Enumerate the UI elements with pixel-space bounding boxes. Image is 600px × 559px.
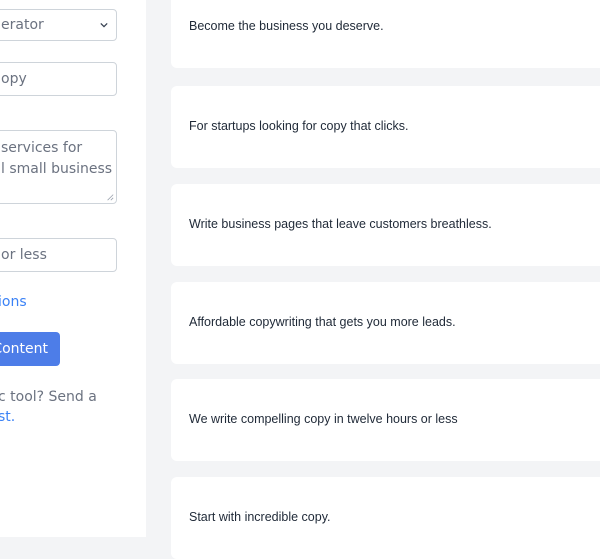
result-text: For startups looking for copy that click… <box>189 119 409 133</box>
description-textarea[interactable]: services for l small business <box>0 130 117 204</box>
result-card[interactable]: Start with incredible copy. <box>171 477 600 559</box>
result-text: Affordable copywriting that gets you mor… <box>189 315 456 329</box>
result-text: Start with incredible copy. <box>189 510 331 524</box>
help-request-link[interactable]: st. <box>0 409 15 425</box>
help-text: c tool? Send a <box>0 389 97 405</box>
description-line-2: l small business <box>1 161 113 177</box>
resize-handle-icon[interactable] <box>106 193 114 201</box>
generate-content-label: Content <box>0 341 48 357</box>
description-line-1: services for <box>1 140 83 156</box>
copy-type-input[interactable]: opy <box>0 62 117 96</box>
result-card[interactable]: Become the business you deserve. <box>171 0 600 68</box>
result-text: We write compelling copy in twelve hours… <box>189 412 458 426</box>
length-input[interactable]: or less <box>0 238 117 272</box>
result-card[interactable]: For startups looking for copy that click… <box>171 86 600 168</box>
result-text: Write business pages that leave customer… <box>189 217 492 231</box>
generator-sidebar: erator opy services for l small business… <box>0 0 146 537</box>
result-card[interactable]: Write business pages that leave customer… <box>171 184 600 266</box>
result-text: Become the business you deserve. <box>189 19 384 33</box>
tool-select-value: erator <box>1 17 44 33</box>
result-card[interactable]: Affordable copywriting that gets you mor… <box>171 282 600 364</box>
chevron-down-icon <box>100 22 108 28</box>
options-link[interactable]: ions <box>0 294 27 310</box>
result-card[interactable]: We write compelling copy in twelve hours… <box>171 379 600 461</box>
generate-content-button[interactable]: Content <box>0 332 60 366</box>
copy-type-value: opy <box>1 71 27 87</box>
tool-select[interactable]: erator <box>0 9 117 41</box>
length-value: or less <box>1 247 47 263</box>
